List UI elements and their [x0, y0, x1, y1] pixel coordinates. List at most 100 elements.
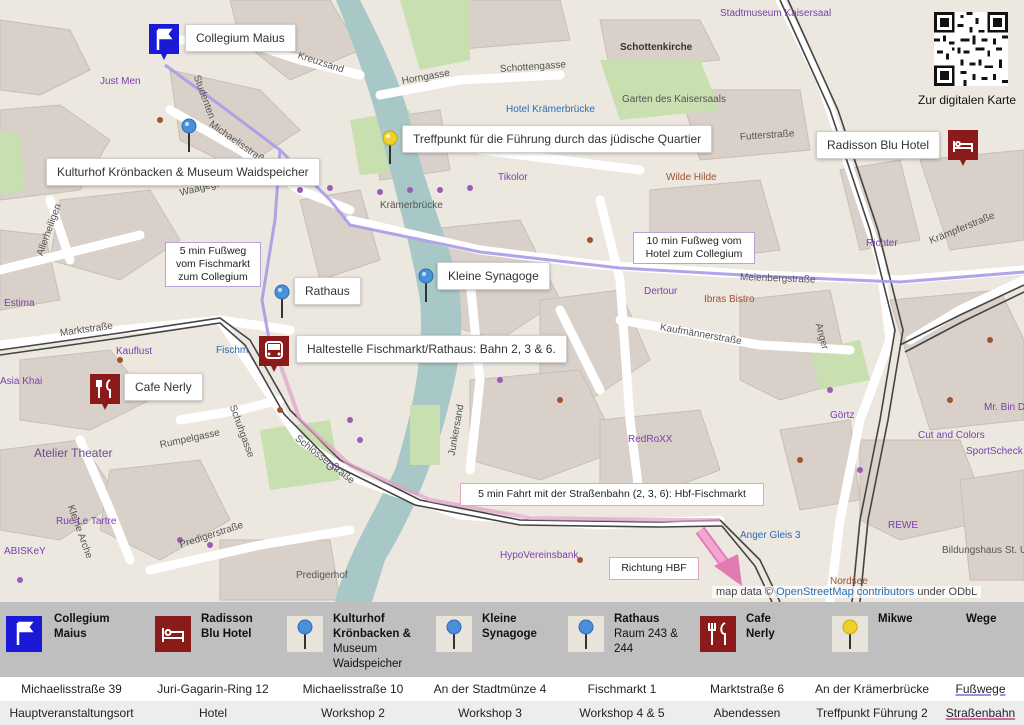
label-rewe: REWE — [888, 520, 918, 531]
address-cell-fusswege: Fußwege — [955, 682, 1006, 696]
kulturhof-pin-icon — [287, 616, 323, 652]
note-walk-hotel-collegium: 10 min Fußweg vom Hotel zum Collegium — [633, 232, 755, 264]
role-cell: Workshop 3 — [458, 706, 522, 720]
callout-kleine-synagoge[interactable]: Kleine Synagoge — [437, 262, 550, 290]
cafe-nerly-marker[interactable] — [88, 372, 122, 412]
qr-label: Zur digitalen Karte — [918, 93, 1017, 107]
legend-rathaus-line3: 244 — [614, 643, 634, 655]
label-sportscheck: SportScheck — [966, 446, 1023, 457]
street-label-kraemerbruecke: Krämerbrücke — [380, 200, 443, 211]
legend-collegium-line1: Collegium — [54, 613, 110, 625]
legend-synagoge: Kleine Synagoge — [436, 608, 562, 672]
callout-haltestelle[interactable]: Haltestelle Fischmarkt/Rathaus: Bahn 2, … — [296, 335, 567, 363]
legend-bar: Collegium Maius Radisson Blu Hotel Kulturh… — [0, 602, 1024, 677]
legend-cafe-line1: Cafe — [746, 613, 771, 625]
kleine-synagoge-pin[interactable] — [418, 268, 434, 302]
hbf-arrow — [695, 526, 742, 586]
role-cell: Hauptveranstaltungsort — [9, 706, 134, 720]
legend-wege-line1: Wege — [966, 613, 997, 625]
legend-kulturhof-line2: Krönbacken & — [333, 628, 411, 640]
label-stadtmuseum: Stadtmuseum Kaisersaal — [720, 8, 832, 19]
label-gortz: Görtz — [830, 410, 855, 421]
address-row: Michaelisstraße 39 Juri-Gagarin-Ring 12 … — [0, 677, 1024, 701]
legend-rathaus: Rathaus Raum 243 & 244 — [568, 608, 698, 672]
note-walk10-line2: Hotel zum Collegium — [645, 248, 743, 260]
mikwe-meetpoint-pin[interactable] — [382, 130, 398, 164]
label-mr-bin-di: Mr. Bin Di — [984, 402, 1024, 413]
legend-synagoge-line1: Kleine — [482, 613, 517, 625]
label-ibras-bistro: Ibras Bistro — [704, 294, 755, 305]
callout-meetpoint[interactable]: Treffpunkt für die Führung durch das jüd… — [402, 125, 713, 153]
role-row: Hauptveranstaltungsort Hotel Workshop 2 … — [0, 701, 1024, 725]
role-cell: Workshop 2 — [321, 706, 385, 720]
label-bildungshaus: Bildungshaus St. Ursula Haus II — [942, 545, 1024, 556]
address-cell: Fischmarkt 1 — [587, 682, 657, 696]
fork-knife-icon — [700, 616, 736, 652]
haltestelle-fischmarkt-marker[interactable] — [257, 334, 291, 374]
label-hotel-kraemerbruecke: Hotel Krämerbrücke — [506, 104, 595, 115]
note-tram-ride: 5 min Fahrt mit der Straßenbahn (2, 3, 6… — [460, 483, 764, 506]
attribution-suffix: under ODbL — [914, 586, 978, 598]
label-schottenkirche: Schottenkirche — [620, 42, 693, 53]
flag-icon — [6, 616, 42, 652]
rathaus-pin-icon — [568, 616, 604, 652]
callout-collegium-maius[interactable]: Collegium Maius — [185, 24, 296, 52]
mikwe-pin-icon — [832, 616, 868, 652]
legend-kulturhof: Kulturhof Krönbacken & Museum Waidspeicher — [287, 608, 427, 672]
legend-collegium: Collegium Maius — [6, 608, 146, 672]
map-attribution: map data © OpenStreetMap contributors un… — [712, 586, 982, 598]
label-abiskey: ABISKeY — [4, 546, 46, 557]
label-redroxx: RedRoXX — [628, 434, 673, 445]
note-richtung-hbf: Richtung HBF — [609, 557, 699, 580]
label-cut-and-colors: Cut and Colors — [918, 430, 985, 441]
note-walk10-line1: 10 min Fußweg vom — [646, 235, 742, 247]
label-asia-khai: Asia Khai — [0, 376, 43, 387]
legend-wege: Wege — [922, 608, 1022, 672]
callout-radisson[interactable]: Radisson Blu Hotel — [816, 131, 941, 159]
label-just-men: Just Men — [100, 76, 141, 87]
role-cell: Workshop 4 & 5 — [579, 706, 665, 720]
attribution-prefix: map data © — [716, 586, 777, 598]
legend-kulturhof-line1: Kulturhof — [333, 613, 385, 625]
rathaus-pin[interactable] — [274, 284, 290, 318]
synagoge-pin-icon — [436, 616, 472, 652]
label-dertour: Dertour — [644, 286, 678, 297]
label-tikolor: Tikolor — [498, 172, 528, 183]
label-o2: O2 — [326, 462, 340, 473]
callout-rathaus[interactable]: Rathaus — [294, 277, 361, 305]
role-cell: Abendessen — [713, 706, 781, 720]
legend-kulturhof-line4: Waidspeicher — [333, 658, 403, 670]
legend-rathaus-line2: Raum 243 & — [614, 628, 678, 640]
conference-map-page: Kreuzsand Horngasse Schottengasse Schott… — [0, 0, 1024, 725]
role-cell: Hotel — [198, 706, 227, 720]
note-walk-fischmarkt-collegium: 5 min Fußweg vom Fischmarkt zum Collegiu… — [165, 242, 261, 287]
label-rue-le-tartre: Rue Le Tartre — [56, 516, 117, 527]
osm-link[interactable]: OpenStreetMap contributors — [776, 586, 914, 598]
address-cell: An der Krämerbrücke — [814, 682, 930, 696]
bed-icon — [155, 616, 191, 652]
street-label-fischmarkt: Fischm — [216, 345, 249, 356]
label-predigerhof: Predigerhof — [296, 570, 348, 581]
legend-collegium-line2: Maius — [54, 628, 87, 640]
callout-kulturhof[interactable]: Kulturhof Krönbacken & Museum Waidspeich… — [46, 158, 320, 186]
venue-table: Michaelisstraße 39 Juri-Gagarin-Ring 12 … — [0, 677, 1024, 725]
note-walk5-line2: vom Fischmarkt — [175, 258, 251, 270]
legend-synagoge-line2: Synagoge — [482, 628, 537, 640]
legend-cafe-line2: Nerly — [746, 628, 775, 640]
legend-cafe-nerly: Cafe Nerly — [700, 608, 820, 672]
legend-rathaus-line1: Rathaus — [614, 613, 660, 625]
map-base-layer — [0, 0, 1024, 602]
radisson-hotel-marker[interactable] — [946, 128, 980, 168]
collegium-maius-marker[interactable] — [147, 22, 181, 62]
role-cell-strassenbahn: Straßenbahn — [945, 706, 1016, 720]
label-wilde-hilde: Wilde Hilde — [666, 172, 717, 183]
label-atelier-theater: Atelier Theater — [34, 446, 113, 460]
note-walk5-line1: 5 min Fußweg — [179, 245, 247, 257]
qr-code[interactable] — [934, 12, 1008, 86]
kulturhof-pin[interactable] — [181, 118, 197, 152]
callout-cafe-nerly[interactable]: Cafe Nerly — [124, 373, 203, 401]
label-estima: Estima — [4, 298, 35, 309]
address-cell: Michaelisstraße 10 — [302, 682, 404, 696]
city-map[interactable]: Kreuzsand Horngasse Schottengasse Schott… — [0, 0, 1024, 602]
legend-kulturhof-line3: Museum — [333, 643, 378, 655]
